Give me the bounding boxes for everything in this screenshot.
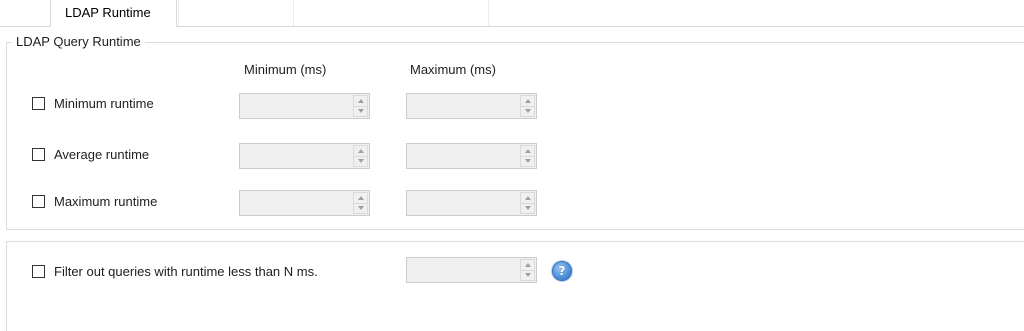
- arrow-up-icon: [524, 98, 531, 103]
- spin-down-button[interactable]: [520, 203, 535, 214]
- tab-strip-filler: [293, 0, 489, 26]
- arrow-up-icon: [524, 262, 531, 267]
- tab-strip-filler: [488, 0, 1024, 26]
- minimum-runtime-max-input[interactable]: [406, 93, 537, 119]
- spin-up-button[interactable]: [353, 95, 368, 107]
- spin-down-button[interactable]: [520, 156, 535, 167]
- checkbox-box[interactable]: [32, 194, 45, 208]
- arrow-up-icon: [357, 98, 364, 103]
- average-runtime-min-input[interactable]: [239, 143, 370, 169]
- minimum-runtime-min-input[interactable]: [239, 93, 370, 119]
- checkbox-label: Filter out queries with runtime less tha…: [54, 263, 318, 279]
- checkbox-box[interactable]: [32, 264, 45, 278]
- checkbox-label: Average runtime: [54, 146, 150, 162]
- spin-up-button[interactable]: [520, 192, 535, 204]
- arrow-down-icon: [524, 206, 531, 211]
- spin-up-button[interactable]: [520, 95, 535, 107]
- maximum-runtime-max-input[interactable]: [406, 190, 537, 216]
- spin-down-button[interactable]: [520, 106, 535, 117]
- arrow-down-icon: [357, 109, 364, 114]
- spin-up-button[interactable]: [520, 145, 535, 157]
- column-header-minimum: Minimum (ms): [244, 62, 327, 77]
- arrow-up-icon: [357, 195, 364, 200]
- arrow-down-icon: [524, 109, 531, 114]
- arrow-down-icon: [524, 273, 531, 278]
- column-header-maximum: Maximum (ms): [410, 62, 496, 77]
- help-glyph: ?: [558, 264, 566, 278]
- filter-group: [6, 241, 1024, 331]
- arrow-up-icon: [357, 148, 364, 153]
- checkbox-box[interactable]: [32, 147, 45, 161]
- group-title: LDAP Query Runtime: [12, 34, 145, 50]
- spin-down-button[interactable]: [353, 156, 368, 167]
- arrow-down-icon: [357, 206, 364, 211]
- spin-up-button[interactable]: [353, 145, 368, 157]
- help-icon[interactable]: ?: [552, 261, 572, 281]
- arrow-down-icon: [357, 159, 364, 164]
- tab-strip-filler: [178, 0, 294, 26]
- maximum-runtime-checkbox[interactable]: Maximum runtime: [32, 192, 157, 210]
- spin-down-button[interactable]: [353, 106, 368, 117]
- arrow-up-icon: [524, 148, 531, 153]
- checkbox-label: Minimum runtime: [54, 95, 154, 111]
- arrow-up-icon: [524, 195, 531, 200]
- minimum-runtime-checkbox[interactable]: Minimum runtime: [32, 94, 154, 112]
- maximum-runtime-min-input[interactable]: [239, 190, 370, 216]
- spin-up-button[interactable]: [520, 259, 535, 271]
- filter-runtime-input[interactable]: [406, 257, 537, 283]
- tab-ldap-runtime[interactable]: LDAP Runtime: [50, 0, 177, 27]
- average-runtime-max-input[interactable]: [406, 143, 537, 169]
- tab-strip-filler: [0, 0, 50, 26]
- checkbox-box[interactable]: [32, 96, 45, 110]
- spin-up-button[interactable]: [353, 192, 368, 204]
- arrow-down-icon: [524, 159, 531, 164]
- average-runtime-checkbox[interactable]: Average runtime: [32, 145, 149, 163]
- checkbox-label: Maximum runtime: [54, 193, 158, 209]
- spin-down-button[interactable]: [520, 270, 535, 281]
- filter-queries-checkbox[interactable]: Filter out queries with runtime less tha…: [32, 262, 318, 280]
- tab-strip: LDAP Runtime: [0, 0, 1024, 27]
- spin-down-button[interactable]: [353, 203, 368, 214]
- tab-label: LDAP Runtime: [65, 5, 151, 20]
